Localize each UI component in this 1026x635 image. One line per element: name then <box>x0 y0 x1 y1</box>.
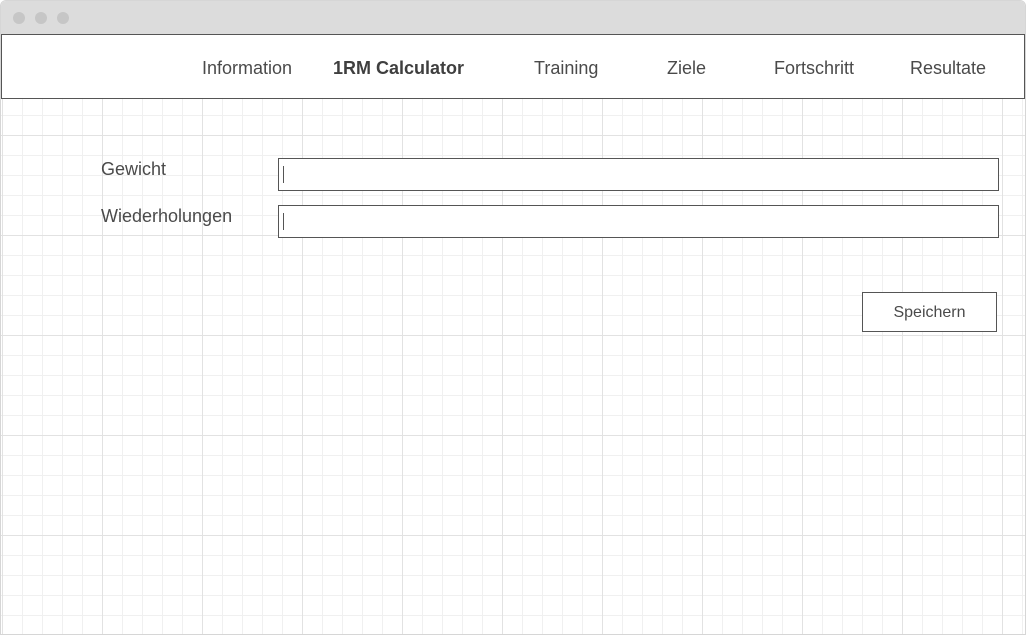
reps-text-cursor <box>283 213 284 230</box>
nav-item-ziele[interactable]: Ziele <box>667 35 706 98</box>
weight-text-cursor <box>283 166 284 183</box>
nav-item-training[interactable]: Training <box>534 35 598 98</box>
reps-input[interactable] <box>279 206 998 237</box>
weight-label: Gewicht <box>101 159 167 179</box>
nav-item-fortschritt[interactable]: Fortschritt <box>774 35 854 98</box>
window-titlebar <box>1 1 1025 34</box>
nav-item-1rm-calculator[interactable]: 1RM Calculator <box>333 35 464 98</box>
nav-item-information[interactable]: Information <box>202 35 292 98</box>
reps-field-wrapper <box>278 205 999 238</box>
window-minimize-dot-icon[interactable] <box>35 12 47 24</box>
weight-field-wrapper <box>278 158 999 191</box>
content-area: Gewicht Wiederholungen Speichern <box>1 99 1025 634</box>
top-navigation: Information 1RM Calculator Training Ziel… <box>1 34 1025 99</box>
weight-input[interactable] <box>279 159 998 190</box>
save-button[interactable]: Speichern <box>862 292 997 332</box>
nav-item-resultate[interactable]: Resultate <box>910 35 986 98</box>
browser-window: Information 1RM Calculator Training Ziel… <box>0 0 1026 635</box>
window-close-dot-icon[interactable] <box>13 12 25 24</box>
reps-label: Wiederholungen <box>101 206 233 226</box>
window-maximize-dot-icon[interactable] <box>57 12 69 24</box>
